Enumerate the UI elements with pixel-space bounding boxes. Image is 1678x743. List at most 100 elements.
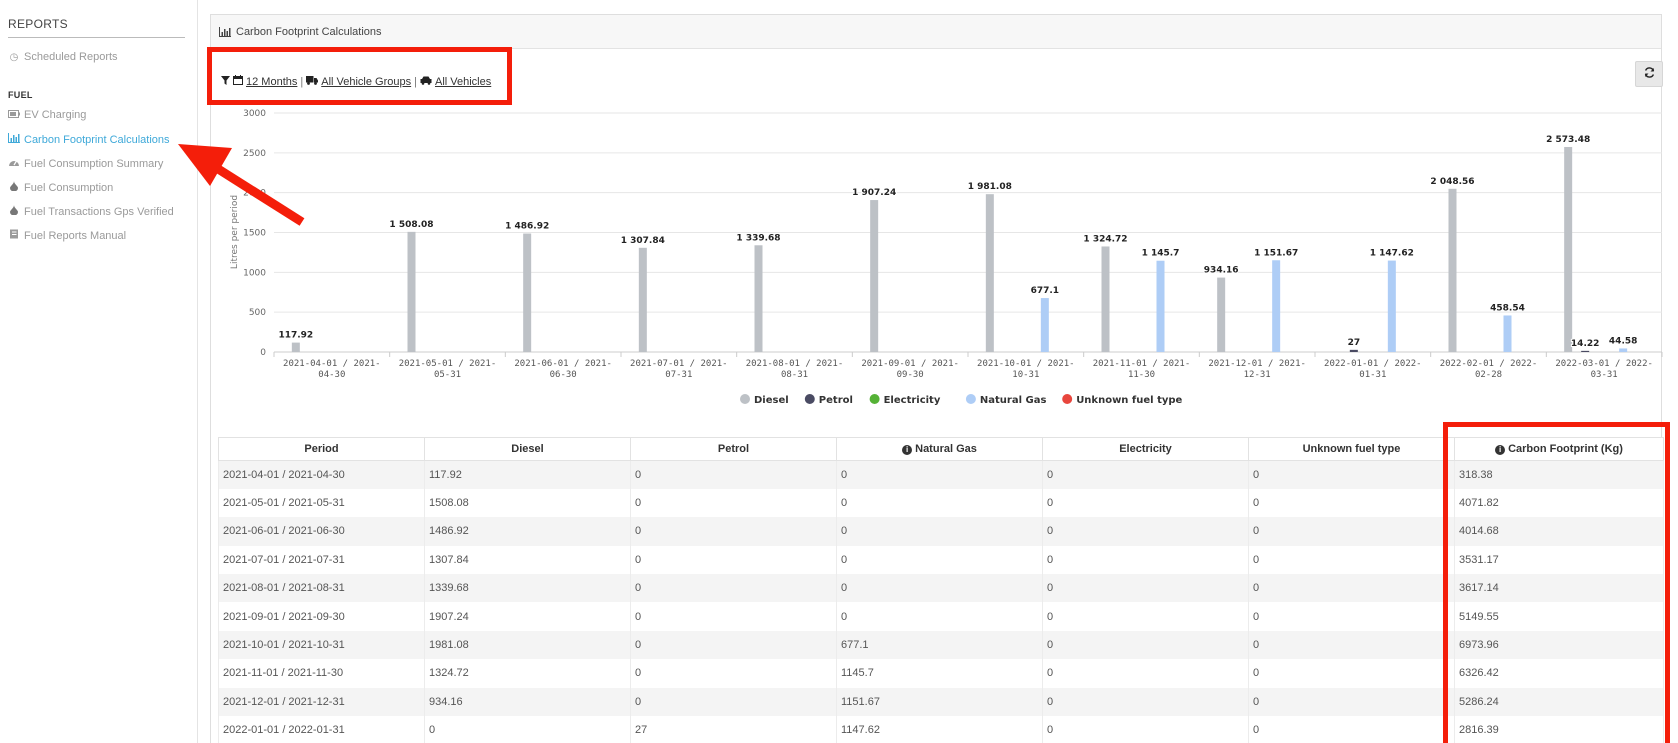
table-cell: 0 xyxy=(1042,488,1249,518)
bar-petrol xyxy=(1349,349,1358,352)
legend-marker xyxy=(965,394,976,404)
table-cell: 0 xyxy=(836,488,1043,518)
x-tick-label: 06-30 xyxy=(550,370,577,380)
data-label: 677.1 xyxy=(1031,286,1059,296)
legend-label: Unknown fuel type xyxy=(1076,395,1182,406)
data-label: 458.54 xyxy=(1490,303,1525,313)
table-cell: 0 xyxy=(630,517,837,546)
data-label: 1 981.08 xyxy=(968,182,1012,192)
table-cell: 1151.67 xyxy=(836,687,1043,717)
bar-diesel xyxy=(638,247,647,352)
x-tick-label: 2021-12-01 / 2021- xyxy=(1208,359,1306,369)
x-tick-label: 05-31 xyxy=(434,370,461,380)
data-label: 2 048.56 xyxy=(1430,177,1474,187)
x-tick-label: 10-31 xyxy=(1012,370,1039,380)
table-cell: 1145.7 xyxy=(836,659,1043,688)
x-tick-label: 2021-10-01 / 2021- xyxy=(977,359,1075,369)
table-cell: 0 xyxy=(836,517,1043,546)
header-label: Unknown fuel type xyxy=(1302,443,1401,455)
data-label: 1 324.72 xyxy=(1083,234,1127,244)
header-label: Natural Gas xyxy=(915,443,977,455)
table-cell: 1324.72 xyxy=(424,659,631,688)
x-tick-label: 2021-04-01 / 2021- xyxy=(283,359,381,369)
x-tick-label: 2021-06-01 / 2021- xyxy=(514,359,612,369)
bar-diesel xyxy=(1217,277,1226,352)
table-cell: 0 xyxy=(1248,460,1455,489)
column-header-unknown-fuel[interactable]: Unknown fuel type xyxy=(1248,437,1455,461)
table-cell: 0 xyxy=(1248,659,1455,688)
column-header-natural-gas[interactable]: i Natural Gas xyxy=(836,437,1043,461)
legend-label: Natural Gas xyxy=(980,395,1047,406)
x-tick-label: 09-30 xyxy=(897,370,924,380)
table-cell: 0 xyxy=(836,574,1043,603)
data-label: 2 573.48 xyxy=(1546,135,1590,145)
bar-petrol xyxy=(1581,350,1590,352)
x-tick-label: 07-31 xyxy=(665,370,692,380)
table-cell: 0 xyxy=(1042,659,1249,688)
header-label: Diesel xyxy=(511,443,544,455)
column-header-electricity[interactable]: Electricity xyxy=(1042,437,1249,461)
bar-diesel xyxy=(1101,246,1110,352)
bar-natural-gas xyxy=(1040,298,1049,352)
info-icon[interactable]: i xyxy=(902,445,913,455)
table-cell: 2022-01-01 / 2022-01-31 xyxy=(218,716,425,743)
data-label: 1 151.67 xyxy=(1254,248,1298,258)
data-label: 1 508.08 xyxy=(389,220,433,230)
table-cell: 0 xyxy=(1042,517,1249,546)
table-cell: 0 xyxy=(1248,716,1455,743)
x-tick-label: 2021-11-01 / 2021- xyxy=(1093,359,1191,369)
bar-natural-gas xyxy=(1272,260,1281,352)
header-label: Electricity xyxy=(1119,443,1172,455)
legend-label: Diesel xyxy=(754,395,789,406)
data-label: 1 486.92 xyxy=(505,222,549,232)
bar-natural-gas xyxy=(1503,315,1512,352)
data-label: 117.92 xyxy=(278,331,313,341)
table-cell: 0 xyxy=(630,687,837,717)
table-cell: 1907.24 xyxy=(424,602,631,631)
table-cell: 0 xyxy=(836,602,1043,631)
x-tick-label: 2021-09-01 / 2021- xyxy=(861,359,959,369)
bar-diesel xyxy=(407,231,416,352)
column-header-diesel[interactable]: Diesel xyxy=(424,437,631,461)
table-cell: 0 xyxy=(1248,517,1455,546)
annotation-box-carbon-column xyxy=(1443,422,1670,743)
data-label: 1 339.68 xyxy=(736,233,780,243)
x-tick-label: 12-31 xyxy=(1244,370,1271,380)
bar-diesel xyxy=(291,342,300,352)
table-cell: 2021-11-01 / 2021-11-30 xyxy=(218,659,425,688)
column-header-period[interactable]: Period xyxy=(218,437,425,461)
table-cell: 0 xyxy=(1042,574,1249,603)
table-cell: 2021-05-01 / 2021-05-31 xyxy=(218,488,425,518)
table-cell: 0 xyxy=(630,545,837,575)
table-cell: 2021-12-01 / 2021-12-31 xyxy=(218,687,425,717)
bar-diesel xyxy=(1448,188,1457,352)
data-label: 1 145.7 xyxy=(1142,249,1180,259)
table-cell: 0 xyxy=(1042,716,1249,743)
data-label: 1 147.62 xyxy=(1370,249,1414,259)
table-cell: 0 xyxy=(630,460,837,489)
table-cell: 0 xyxy=(1248,488,1455,518)
header-label: Period xyxy=(304,443,339,455)
bar-diesel xyxy=(1564,146,1573,352)
legend-marker xyxy=(1062,394,1073,404)
table-cell: 0 xyxy=(630,488,837,518)
table-cell: 0 xyxy=(630,630,837,660)
legend-marker xyxy=(804,394,815,404)
legend-label: Electricity xyxy=(884,395,941,406)
column-header-petrol[interactable]: Petrol xyxy=(630,437,837,461)
table-cell: 0 xyxy=(630,574,837,603)
table-cell: 0 xyxy=(630,602,837,631)
table-cell: 0 xyxy=(1248,602,1455,631)
table-cell: 0 xyxy=(1248,574,1455,603)
x-tick-label: 02-28 xyxy=(1475,370,1502,380)
table-cell: 2021-08-01 / 2021-08-31 xyxy=(218,574,425,603)
x-tick-label: 01-31 xyxy=(1359,370,1386,380)
legend-label: Petrol xyxy=(819,395,853,406)
x-tick-label: 11-30 xyxy=(1128,370,1155,380)
table-cell: 0 xyxy=(1042,545,1249,575)
x-tick-label: 03-31 xyxy=(1591,370,1618,380)
table-cell: 1147.62 xyxy=(836,716,1043,743)
data-label: 44.58 xyxy=(1609,336,1637,346)
bar-natural-gas xyxy=(1387,260,1396,352)
x-tick-label: 08-31 xyxy=(781,370,808,380)
